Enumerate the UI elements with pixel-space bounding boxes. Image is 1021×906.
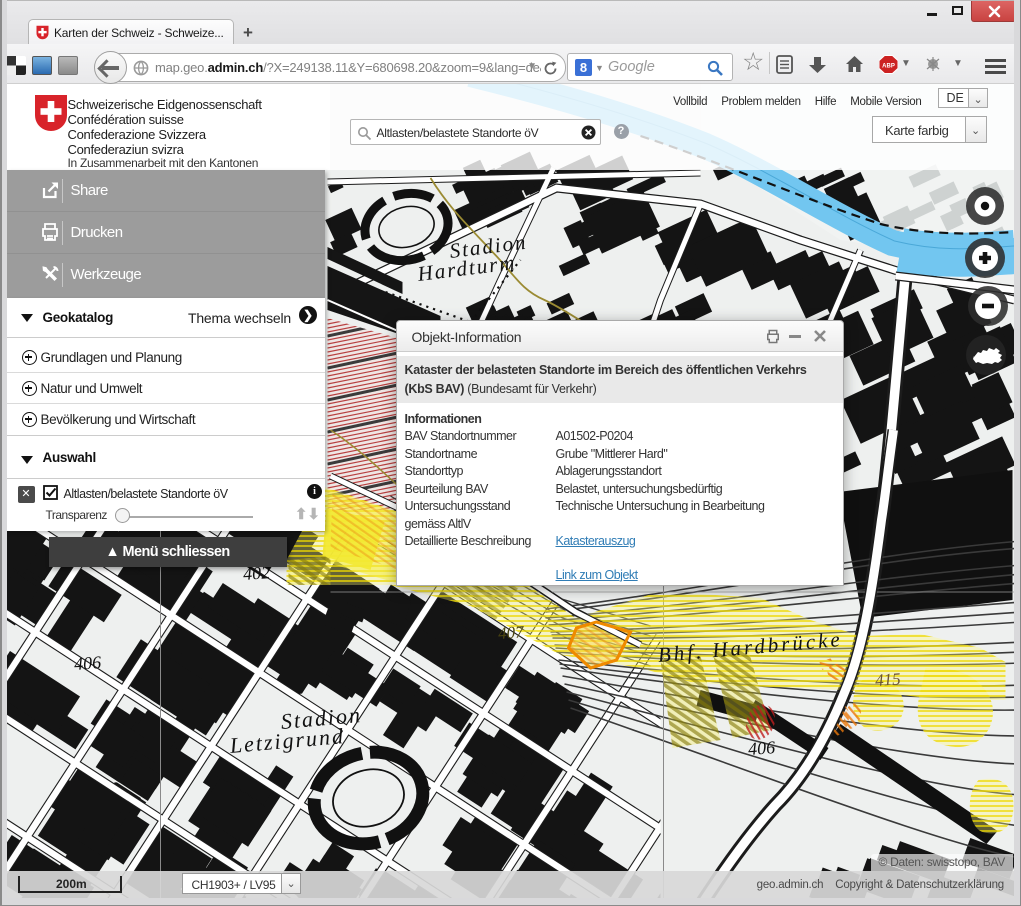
svg-text:406: 406 <box>73 652 101 674</box>
svg-text:407: 407 <box>497 622 525 643</box>
svg-text:415: 415 <box>874 669 901 690</box>
svg-text:ABP: ABP <box>882 64 895 70</box>
svg-text:200m: 200m <box>56 877 87 891</box>
svg-text:406: 406 <box>747 737 775 759</box>
